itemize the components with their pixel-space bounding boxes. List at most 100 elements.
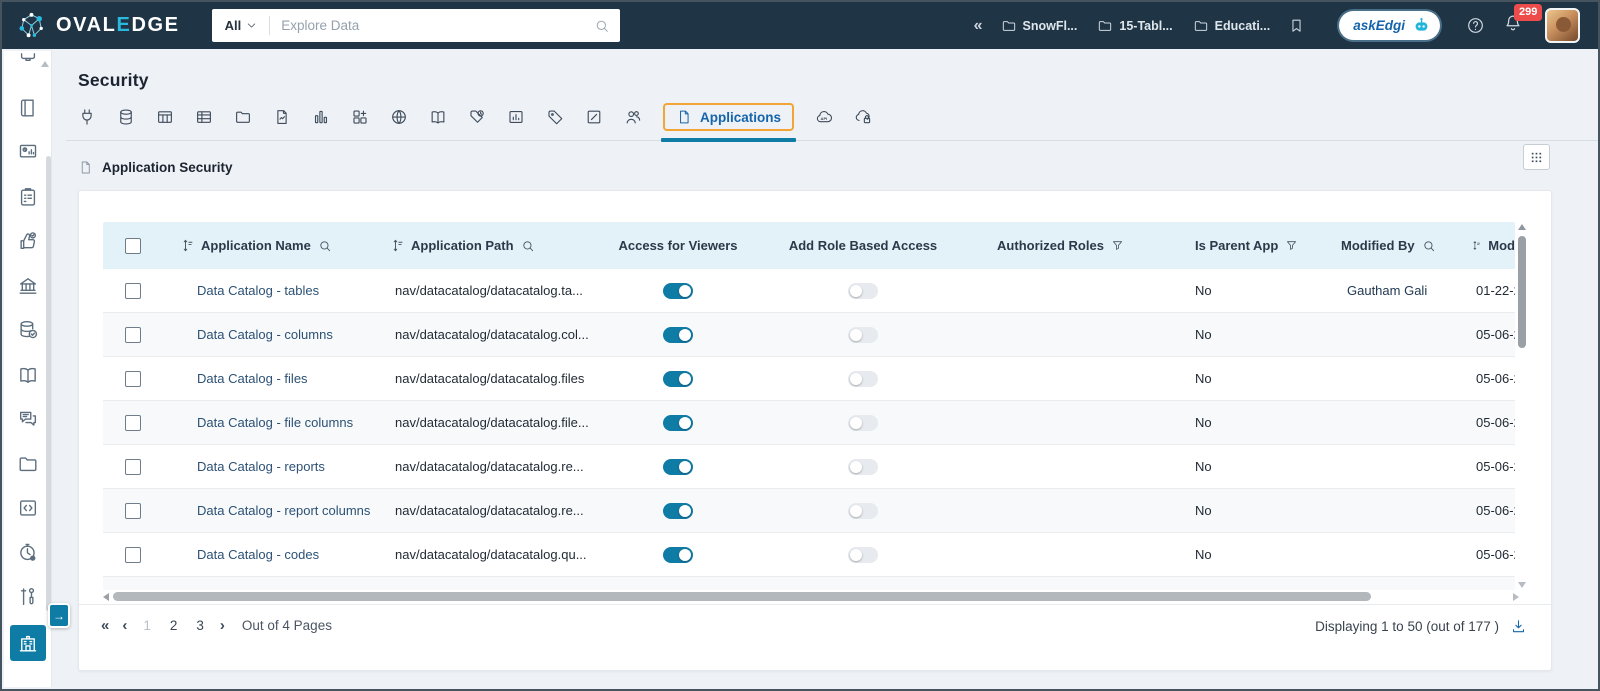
column-header-modified[interactable]: Mod <box>1468 238 1515 253</box>
recent-item[interactable]: 15-Tabl... <box>1097 18 1173 34</box>
sidebar-item-projects[interactable] <box>4 442 51 487</box>
cell-application-name[interactable]: Data Catalog - files <box>163 371 373 386</box>
tab-dashboards[interactable] <box>507 108 525 126</box>
column-settings-button[interactable] <box>1523 144 1550 170</box>
cell-application-name[interactable]: Data Catalog - reports <box>163 459 373 474</box>
sidebar-item-monitor-report[interactable] <box>4 130 51 175</box>
page-number-1[interactable]: 1 <box>140 618 154 633</box>
scroll-left-arrow[interactable] <box>103 592 109 601</box>
user-avatar[interactable] <box>1545 8 1580 43</box>
first-page-button[interactable]: « <box>101 618 109 633</box>
vertical-scrollbar[interactable] <box>1517 222 1527 590</box>
cell-application-name[interactable]: Data Catalog - file columns <box>163 415 373 430</box>
search-scope-dropdown[interactable]: All <box>225 18 259 33</box>
sidebar-item-governance[interactable] <box>4 264 51 309</box>
bookmark-icon[interactable] <box>1288 17 1305 34</box>
column-header-isParentApp[interactable]: Is Parent App <box>1163 238 1323 253</box>
notifications-button[interactable]: 299 <box>1503 4 1543 38</box>
tab-report-columns[interactable] <box>351 108 369 126</box>
column-header-viewers[interactable]: Access for Viewers <box>588 238 768 253</box>
access-for-viewers-toggle[interactable] <box>663 370 693 387</box>
help-icon[interactable] <box>1466 16 1485 35</box>
row-checkbox[interactable] <box>125 458 141 475</box>
sidebar-item-journal[interactable] <box>4 86 51 131</box>
add-role-based-access-toggle[interactable] <box>848 502 878 519</box>
add-role-based-access-toggle[interactable] <box>848 546 878 563</box>
access-for-viewers-toggle[interactable] <box>663 458 693 475</box>
add-role-based-access-toggle[interactable] <box>848 370 878 387</box>
access-for-viewers-toggle[interactable] <box>663 326 693 343</box>
tab-tags[interactable] <box>546 108 564 126</box>
recent-item[interactable]: Educati... <box>1193 18 1270 34</box>
ovaledge-logo[interactable]: OVALEDGE <box>16 10 180 41</box>
tab-glossary[interactable] <box>429 108 447 126</box>
sidebar-scrollbar-thumb[interactable] <box>46 156 51 611</box>
add-role-based-access-toggle[interactable] <box>848 414 878 431</box>
tab-schemas[interactable] <box>117 108 135 126</box>
column-header-name[interactable]: Application Name <box>163 238 373 253</box>
page-number-2[interactable]: 2 <box>167 618 181 633</box>
access-for-viewers-toggle[interactable] <box>663 546 693 563</box>
access-for-viewers-toggle[interactable] <box>663 282 693 299</box>
column-header-modifiedBy[interactable]: Modified By <box>1323 238 1468 253</box>
add-role-based-access-toggle[interactable] <box>848 326 878 343</box>
access-for-viewers-toggle[interactable] <box>663 502 693 519</box>
cell-application-name[interactable]: Data Catalog - codes <box>163 547 373 562</box>
tab-reports[interactable] <box>312 108 330 126</box>
horizontal-scrollbar[interactable] <box>103 590 1519 603</box>
row-checkbox[interactable] <box>125 414 141 431</box>
sidebar-item-collaboration[interactable] <box>4 397 51 442</box>
column-header-roleBased[interactable]: Add Role Based Access <box>768 238 958 253</box>
row-checkbox[interactable] <box>125 546 141 563</box>
row-checkbox[interactable] <box>125 370 141 387</box>
row-checkbox[interactable] <box>125 326 141 343</box>
tab-tables[interactable] <box>156 108 174 126</box>
tab-api-access[interactable]: API <box>815 108 833 126</box>
tab-domains[interactable] <box>390 108 408 126</box>
vertical-scrollbar-thumb[interactable] <box>1518 236 1526 348</box>
sidebar-item-security[interactable] <box>9 624 46 661</box>
row-checkbox[interactable] <box>125 502 141 519</box>
sidebar-item-approval[interactable] <box>4 219 51 264</box>
cell-application-name[interactable]: Data Catalog - columns <box>163 327 373 342</box>
tab-table-columns[interactable] <box>195 108 213 126</box>
tab-applications[interactable]: Applications <box>663 103 795 131</box>
column-header-path[interactable]: Application Path <box>373 238 588 253</box>
row-checkbox[interactable] <box>125 282 141 299</box>
scroll-up-arrow[interactable] <box>1518 224 1526 230</box>
collapse-recents-icon[interactable]: « <box>974 17 983 34</box>
horizontal-scrollbar-thumb[interactable] <box>113 592 1371 601</box>
tab-tags-history[interactable] <box>468 108 486 126</box>
sidebar-item-jobs[interactable] <box>4 531 51 576</box>
scroll-right-arrow[interactable] <box>1513 592 1519 601</box>
askedgi-button[interactable]: askEdgi <box>1339 11 1440 40</box>
cell-application-name[interactable]: Data Catalog - tables <box>163 283 373 298</box>
tab-policies[interactable] <box>585 108 603 126</box>
add-role-based-access-toggle[interactable] <box>848 458 878 475</box>
cell-application-name[interactable]: Data Catalog - report columns <box>163 503 373 518</box>
column-header-authorizedRoles[interactable]: Authorized Roles <box>958 238 1163 253</box>
search-icon[interactable] <box>594 18 610 34</box>
sidebar-item-tray[interactable] <box>4 51 51 86</box>
sidebar-item-clipboard[interactable] <box>4 175 51 220</box>
sidebar-item-glossary[interactable] <box>4 353 51 398</box>
select-all-checkbox[interactable] <box>125 237 141 254</box>
add-role-based-access-toggle[interactable] <box>848 282 878 299</box>
tab-file-columns[interactable] <box>273 108 291 126</box>
access-for-viewers-toggle[interactable] <box>663 414 693 431</box>
sidebar-scroll-up-arrow[interactable] <box>41 61 49 67</box>
previous-page-button[interactable]: ‹ <box>122 618 127 633</box>
sidebar-item-data-quality[interactable] <box>4 308 51 353</box>
download-icon[interactable] <box>1510 618 1527 635</box>
sidebar-item-tools[interactable] <box>4 575 51 620</box>
tab-crawler[interactable] <box>78 108 96 126</box>
recent-item[interactable]: SnowFl... <box>1001 18 1077 34</box>
column-header-select[interactable] <box>103 237 163 254</box>
next-page-button[interactable]: › <box>220 618 225 633</box>
sidebar-item-query[interactable] <box>4 486 51 531</box>
scroll-down-arrow[interactable] <box>1518 582 1526 588</box>
page-number-3[interactable]: 3 <box>193 618 207 633</box>
sidebar-expand-button[interactable]: → <box>48 603 70 628</box>
tab-api-security[interactable] <box>854 108 872 126</box>
tab-files[interactable] <box>234 108 252 126</box>
